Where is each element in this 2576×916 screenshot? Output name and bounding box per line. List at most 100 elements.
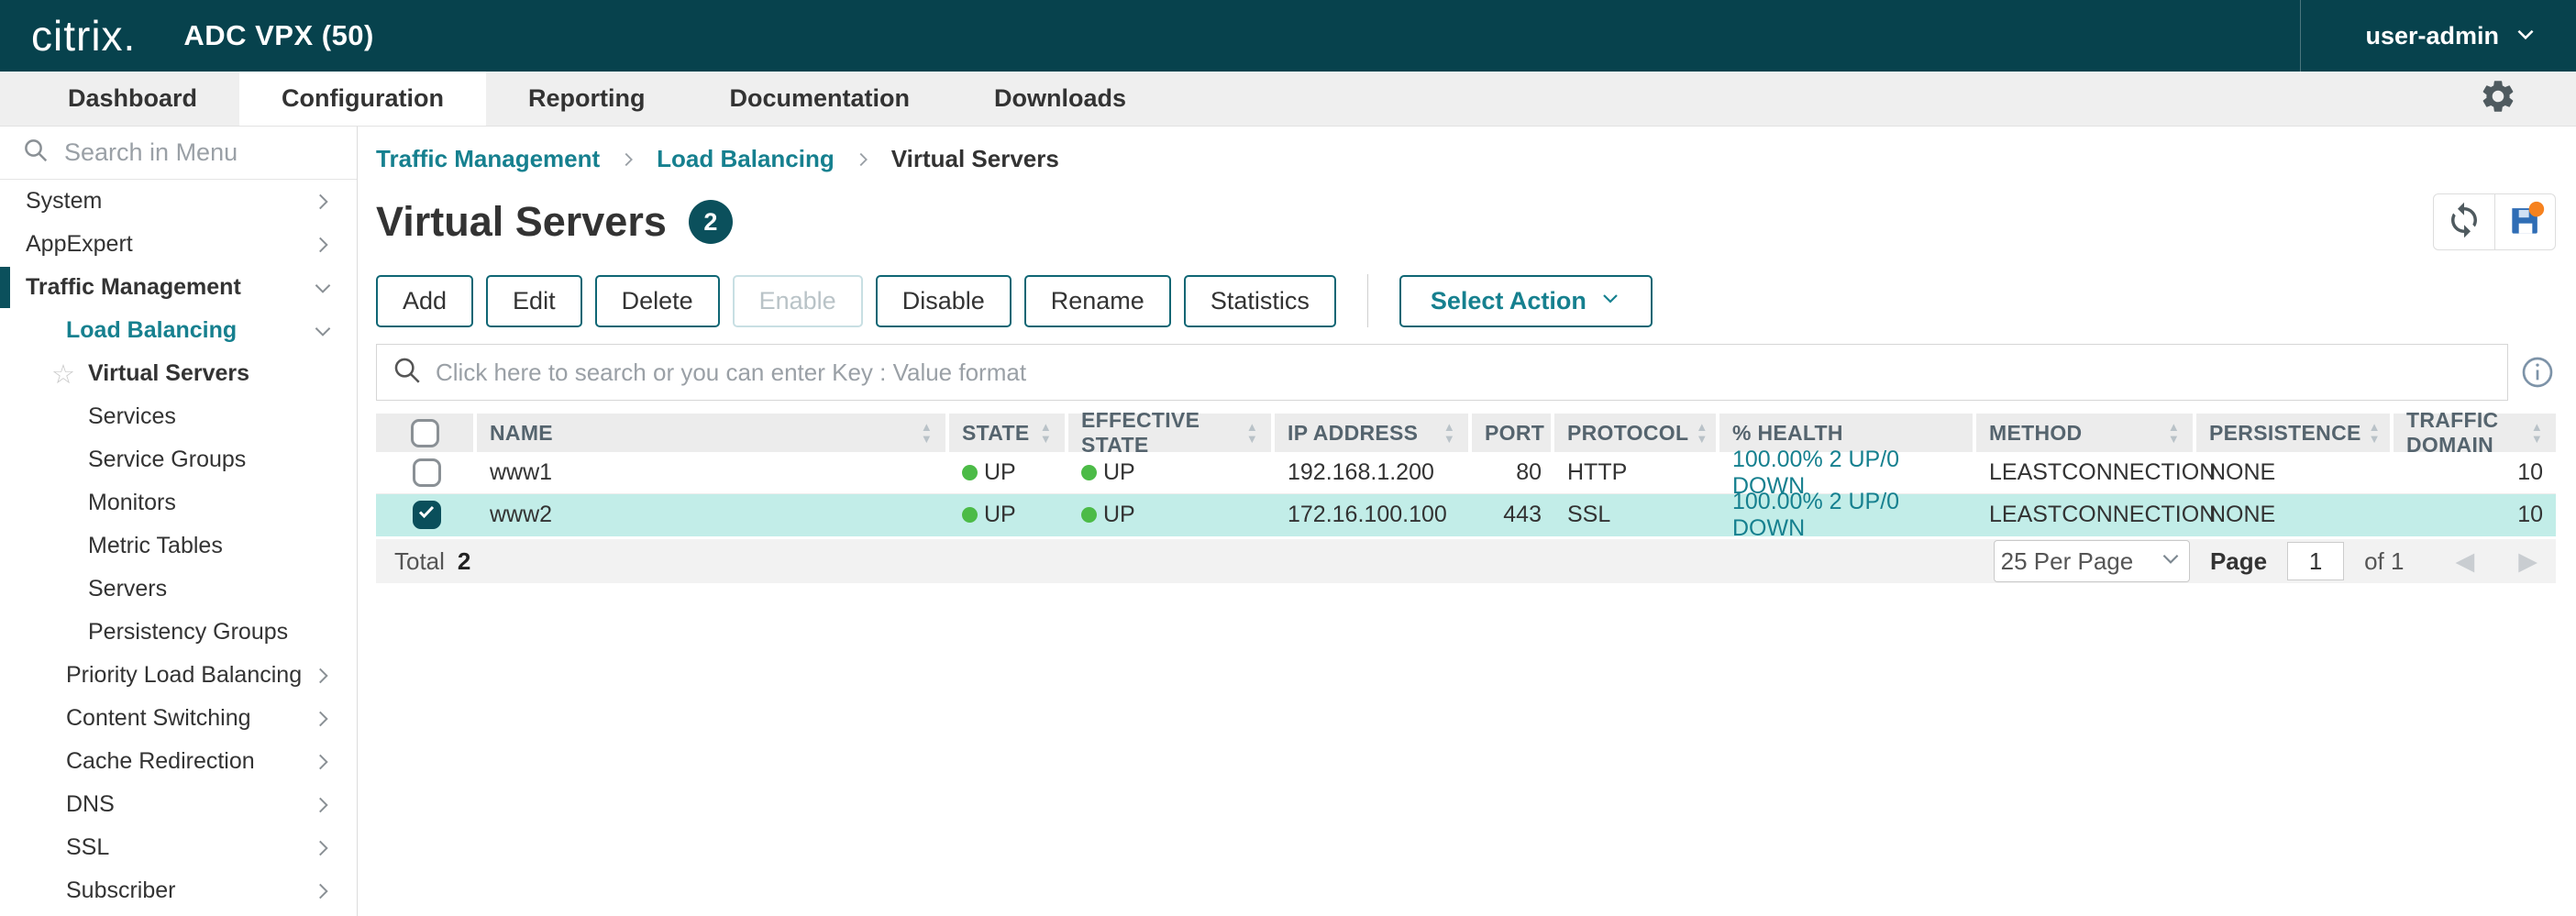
status-up-dot [962, 507, 978, 523]
column-header-method[interactable]: METHOD ▲▼ [1976, 414, 2196, 452]
table-row-www2[interactable]: www2 UP UP 172.16.100.100 443 SSL 100.00… [376, 494, 2556, 536]
chevron-down-icon [311, 319, 335, 343]
sidebar-item-label: Subscriber [66, 877, 176, 904]
total-label: Total [394, 547, 445, 576]
sidebar-item-label: Cache Redirection [66, 748, 255, 775]
save-config-button[interactable] [2494, 194, 2555, 249]
settings-button[interactable] [2479, 77, 2517, 120]
sidebar-item-dns[interactable]: DNS [0, 783, 357, 826]
refresh-button[interactable] [2434, 194, 2494, 249]
add-button[interactable]: Add [376, 275, 473, 327]
sidebar-item-servers[interactable]: Servers [0, 568, 357, 611]
select-action-dropdown[interactable]: Select Action [1399, 275, 1653, 327]
sidebar-item-load-balancing[interactable]: Load Balancing [0, 309, 357, 352]
sort-icon: ▲▼ [2161, 421, 2180, 445]
table-search-input[interactable] [436, 359, 2507, 387]
product-title: ADC VPX (50) [183, 19, 374, 52]
previous-page-button[interactable]: ◀ [2455, 547, 2474, 576]
column-label: TRAFFIC DOMAIN [2406, 408, 2524, 458]
column-label: PROTOCOL [1567, 421, 1688, 446]
tab-dashboard[interactable]: Dashboard [26, 72, 239, 126]
sidebar-item-ssl[interactable]: SSL [0, 826, 357, 869]
cell-name: www1 [477, 452, 949, 493]
column-header-state[interactable]: STATE ▲▼ [949, 414, 1068, 452]
tab-label: Downloads [994, 84, 1126, 113]
sidebar-item-persistency-groups[interactable]: Persistency Groups [0, 611, 357, 654]
toolbar-divider [1367, 274, 1368, 327]
sort-icon: ▲▼ [1688, 421, 1708, 445]
page-label: Page [2210, 547, 2267, 576]
nav-tab-bar: Dashboard Configuration Reporting Docume… [0, 72, 2576, 127]
favorite-star-icon[interactable]: ☆ [51, 359, 75, 391]
select-action-label: Select Action [1431, 287, 1587, 315]
cell-effective-state: UP [1068, 494, 1275, 535]
save-floppy-icon [2505, 200, 2546, 245]
statistics-button[interactable]: Statistics [1184, 275, 1336, 327]
row-checkbox-checked[interactable] [413, 501, 441, 529]
sidebar-item-monitors[interactable]: Monitors [0, 481, 357, 524]
sidebar-item-services[interactable]: Services [0, 395, 357, 438]
column-header-traffic-domain[interactable]: TRAFFIC DOMAIN ▲▼ [2394, 414, 2556, 452]
sidebar-item-content-switching[interactable]: Content Switching [0, 697, 357, 740]
chevron-right-icon [311, 836, 335, 860]
sidebar-search-input[interactable] [64, 138, 339, 167]
select-all-checkbox[interactable] [411, 419, 439, 447]
sidebar-item-service-groups[interactable]: Service Groups [0, 438, 357, 481]
column-header-port[interactable]: PORT ▲▼ [1472, 414, 1554, 452]
toolbar: Add Edit Delete Enable Disable Rename St… [376, 274, 2556, 327]
next-page-button[interactable]: ▶ [2518, 547, 2537, 576]
tab-downloads[interactable]: Downloads [952, 72, 1168, 126]
tab-configuration[interactable]: Configuration [239, 72, 486, 126]
tab-documentation[interactable]: Documentation [688, 72, 953, 126]
main-content: Traffic Management Load Balancing Virtua… [358, 127, 2576, 916]
column-label: PORT [1485, 421, 1544, 446]
breadcrumb-link-traffic-management[interactable]: Traffic Management [376, 145, 600, 173]
column-header-protocol[interactable]: PROTOCOL ▲▼ [1554, 414, 1719, 452]
cell-port: 80 [1472, 452, 1554, 493]
page-of-label: of 1 [2364, 547, 2404, 576]
sidebar-item-traffic-management[interactable]: Traffic Management [0, 266, 357, 309]
column-header-effective-state[interactable]: EFFECTIVE STATE ▲▼ [1068, 414, 1275, 452]
row-checkbox[interactable] [413, 458, 441, 487]
cell-effective-state: UP [1068, 452, 1275, 493]
column-header-name[interactable]: NAME ▲▼ [477, 414, 949, 452]
sidebar-item-appexpert[interactable]: AppExpert [0, 223, 357, 266]
delete-button[interactable]: Delete [595, 275, 720, 327]
table-footer: Total 2 25 Per Page Page of 1 ◀ ▶ [376, 539, 2556, 583]
breadcrumb-link-load-balancing[interactable]: Load Balancing [657, 145, 835, 173]
sidebar-item-virtual-servers[interactable]: ☆ Virtual Servers [0, 352, 357, 395]
search-icon [22, 137, 50, 169]
row-checkbox-cell [376, 494, 477, 535]
pagination: 25 Per Page Page of 1 ◀ ▶ [1994, 540, 2537, 582]
chevron-right-icon [311, 707, 335, 731]
rename-button[interactable]: Rename [1024, 275, 1171, 327]
sidebar-item-system[interactable]: System [0, 180, 357, 223]
sidebar-item-priority-load-balancing[interactable]: Priority Load Balancing [0, 654, 357, 697]
sidebar-item-subscriber[interactable]: Subscriber [0, 869, 357, 912]
state-text: UP [1103, 459, 1135, 486]
page-number-input[interactable] [2287, 542, 2344, 580]
chevron-down-icon [1599, 287, 1621, 315]
sidebar-item-label: Services [88, 403, 176, 430]
disable-button[interactable]: Disable [876, 275, 1012, 327]
info-icon[interactable] [2519, 354, 2556, 391]
sidebar-item-label: Persistency Groups [88, 619, 288, 646]
chevron-down-icon [311, 276, 335, 300]
column-header-persistence[interactable]: PERSISTENCE ▲▼ [2196, 414, 2394, 452]
column-label: NAME [490, 421, 553, 446]
gear-icon [2479, 77, 2517, 120]
cell-state: UP [949, 494, 1068, 535]
cell-method: LEASTCONNECTION [1976, 494, 2196, 535]
search-icon [392, 355, 423, 391]
per-page-dropdown[interactable]: 25 Per Page [1994, 540, 2190, 582]
state-text: UP [1103, 502, 1135, 528]
sidebar-item-metric-tables[interactable]: Metric Tables [0, 524, 357, 568]
column-label: METHOD [1989, 421, 2082, 446]
sidebar-item-label: System [26, 188, 102, 215]
edit-button[interactable]: Edit [486, 275, 582, 327]
sidebar-item-cache-redirection[interactable]: Cache Redirection [0, 740, 357, 783]
tab-reporting[interactable]: Reporting [486, 72, 688, 126]
column-header-ip-address[interactable]: IP ADDRESS ▲▼ [1275, 414, 1472, 452]
table-row-www1[interactable]: www1 UP UP 192.168.1.200 80 HTTP 100.00%… [376, 452, 2556, 494]
user-menu[interactable]: user-admin [2300, 0, 2576, 72]
